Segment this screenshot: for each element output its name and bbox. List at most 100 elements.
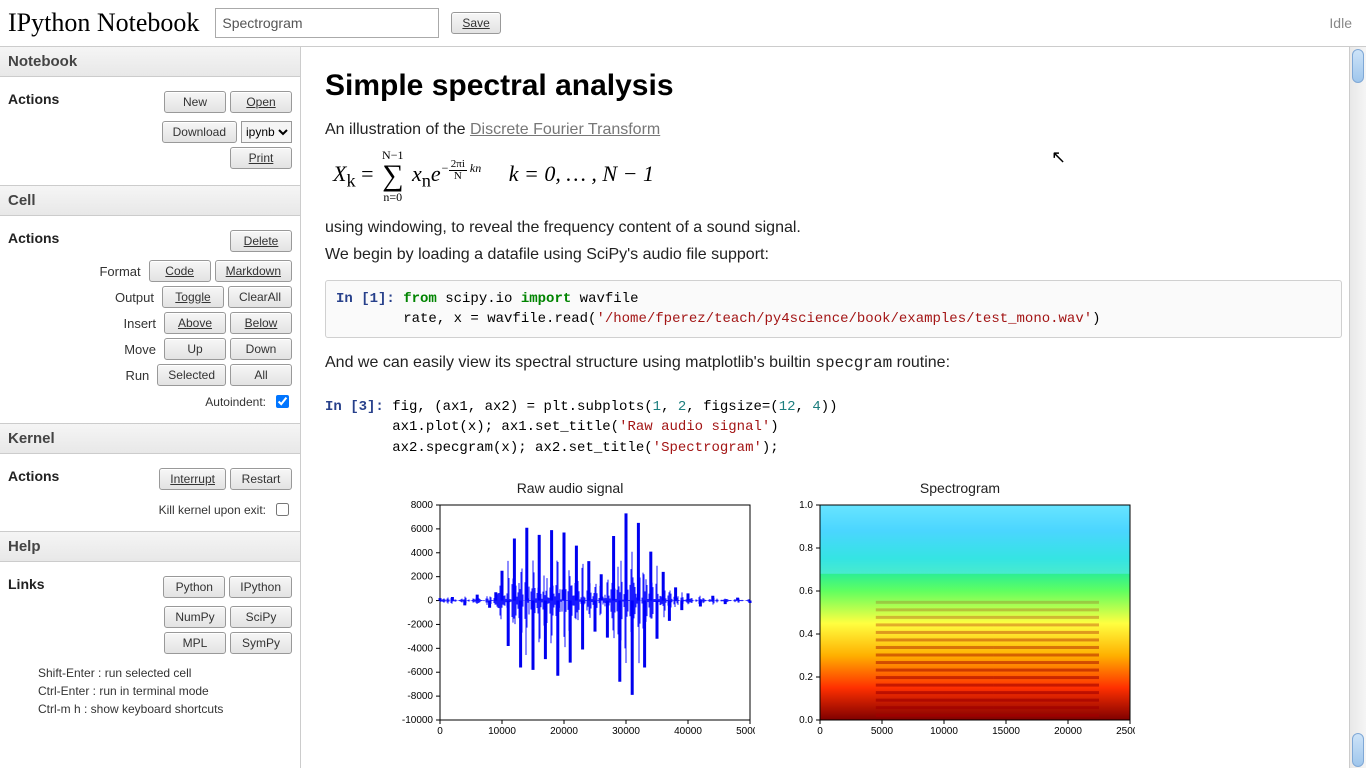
dft-equation: Xk = N−1∑n=0 xne−2πiN kn k = 0, … , N − … [333, 149, 1342, 203]
svg-text:-10000: -10000 [402, 715, 434, 726]
svg-text:5000: 5000 [871, 726, 894, 737]
help-links-label: Links [8, 576, 45, 592]
open-button[interactable]: Open [230, 91, 292, 113]
svg-text:6000: 6000 [411, 524, 434, 535]
insert-above-button[interactable]: Above [164, 312, 226, 334]
svg-text:25000: 25000 [1116, 726, 1135, 737]
help-hint-2: Ctrl-Enter : run in terminal mode [8, 682, 292, 700]
chart-raw-audio: Raw audio signal 01000020000300004000050… [385, 480, 755, 740]
intro-prefix: An illustration of the [325, 121, 470, 138]
svg-text:0.0: 0.0 [799, 715, 813, 726]
svg-text:40000: 40000 [674, 726, 702, 737]
section-cell-head: Cell [0, 185, 300, 216]
run-selected-button[interactable]: Selected [157, 364, 226, 386]
svg-text:-2000: -2000 [407, 619, 433, 630]
help-scipy-button[interactable]: SciPy [230, 606, 292, 628]
svg-text:0.8: 0.8 [799, 543, 813, 554]
print-button[interactable]: Print [230, 147, 292, 169]
dft-link[interactable]: Discrete Fourier Transform [470, 121, 660, 138]
move-label: Move [124, 342, 156, 357]
kill-kernel-checkbox[interactable] [276, 503, 289, 516]
format-label: Format [99, 264, 140, 279]
help-sympy-button[interactable]: SymPy [230, 632, 292, 654]
main-layout: Notebook Actions New Open Download ipynb… [0, 47, 1366, 768]
para-loading: We begin by loading a datafile using Sci… [325, 244, 1342, 266]
section-help-head: Help [0, 531, 300, 562]
help-ipython-button[interactable]: IPython [229, 576, 292, 598]
output-toggle-button[interactable]: Toggle [162, 286, 224, 308]
kill-kernel-label: Kill kernel upon exit: [159, 503, 266, 517]
section-kernel-head: Kernel [0, 423, 300, 454]
insert-below-button[interactable]: Below [230, 312, 292, 334]
sidebar: Notebook Actions New Open Download ipynb… [0, 47, 301, 768]
scrollbar-thumb-bottom[interactable] [1352, 733, 1364, 767]
download-button[interactable]: Download [162, 121, 237, 143]
help-python-button[interactable]: Python [163, 576, 225, 598]
svg-text:8000: 8000 [411, 500, 434, 511]
insert-label: Insert [123, 316, 156, 331]
svg-text:30000: 30000 [612, 726, 640, 737]
cell-actions-label: Actions [8, 230, 59, 246]
chart-spectrogram: Spectrogram 0 5000 10000 15000 20000 25000 0.0… [785, 480, 1135, 740]
output-charts: Raw audio signal 01000020000300004000050… [385, 480, 1342, 740]
output-clearall-button[interactable]: ClearAll [228, 286, 292, 308]
scrollbar-thumb-top[interactable] [1352, 49, 1364, 83]
move-down-button[interactable]: Down [230, 338, 292, 360]
actions-label: Actions [8, 91, 59, 107]
help-hint-3: Ctrl-m h : show keyboard shortcuts [8, 700, 292, 718]
run-label: Run [125, 368, 149, 383]
kernel-status: Idle [1329, 15, 1358, 31]
autoindent-checkbox[interactable] [276, 395, 289, 408]
svg-text:10000: 10000 [930, 726, 958, 737]
code-cell-3[interactable]: In [3]: fig, (ax1, ax2) = plt.subplots(1… [325, 389, 1342, 466]
output-label: Output [115, 290, 154, 305]
code-cell-1[interactable]: In [1]: from scipy.io import wavfile rat… [325, 280, 1342, 339]
svg-text:0: 0 [437, 726, 443, 737]
para-windowing: using windowing, to reveal the frequency… [325, 217, 1342, 239]
run-all-button[interactable]: All [230, 364, 292, 386]
svg-text:0.6: 0.6 [799, 586, 813, 597]
topbar: IPython Notebook Save Idle [0, 0, 1366, 47]
svg-text:4000: 4000 [411, 548, 434, 559]
svg-text:0: 0 [427, 595, 433, 606]
svg-text:20000: 20000 [550, 726, 578, 737]
save-button[interactable]: Save [451, 12, 500, 34]
svg-text:20000: 20000 [1054, 726, 1082, 737]
svg-text:1.0: 1.0 [799, 500, 813, 511]
help-mpl-button[interactable]: MPL [164, 632, 226, 654]
svg-text:2000: 2000 [411, 572, 434, 583]
kernel-actions-label: Actions [8, 468, 59, 484]
svg-text:-4000: -4000 [407, 643, 433, 654]
format-markdown-button[interactable]: Markdown [215, 260, 292, 282]
intro-paragraph: An illustration of the Discrete Fourier … [325, 119, 1342, 141]
help-hint-1: Shift-Enter : run selected cell [8, 664, 292, 682]
svg-text:0: 0 [817, 726, 823, 737]
svg-text:10000: 10000 [488, 726, 516, 737]
notebook-content[interactable]: ↖ Simple spectral analysis An illustrati… [301, 47, 1366, 768]
format-code-button[interactable]: Code [149, 260, 211, 282]
brand-title: IPython Notebook [8, 8, 203, 38]
scrollbar-track[interactable] [1349, 47, 1366, 768]
move-up-button[interactable]: Up [164, 338, 226, 360]
svg-text:-6000: -6000 [407, 667, 433, 678]
new-button[interactable]: New [164, 91, 226, 113]
svg-text:0.2: 0.2 [799, 672, 813, 683]
restart-button[interactable]: Restart [230, 468, 292, 490]
svg-text:-8000: -8000 [407, 691, 433, 702]
svg-text:0.4: 0.4 [799, 629, 813, 640]
chart-spec-title: Spectrogram [920, 480, 1000, 496]
doc-heading: Simple spectral analysis [325, 69, 1342, 103]
autoindent-label: Autoindent: [205, 395, 266, 409]
interrupt-button[interactable]: Interrupt [159, 468, 226, 490]
svg-text:50000: 50000 [736, 726, 755, 737]
svg-text:15000: 15000 [992, 726, 1020, 737]
chart-spec-svg: 0 5000 10000 15000 20000 25000 0.0 0.2 0.4 0.6 0.8… [785, 500, 1135, 740]
download-format-select[interactable]: ipynb [241, 121, 292, 143]
chart-raw-title: Raw audio signal [517, 480, 624, 496]
delete-button[interactable]: Delete [230, 230, 292, 252]
chart-raw-svg: 01000020000300004000050000-10000-8000-60… [385, 500, 755, 740]
para-specgram: And we can easily view its spectral stru… [325, 352, 1342, 375]
notebook-title-input[interactable] [215, 8, 439, 38]
section-notebook-head: Notebook [0, 47, 300, 77]
help-numpy-button[interactable]: NumPy [164, 606, 226, 628]
